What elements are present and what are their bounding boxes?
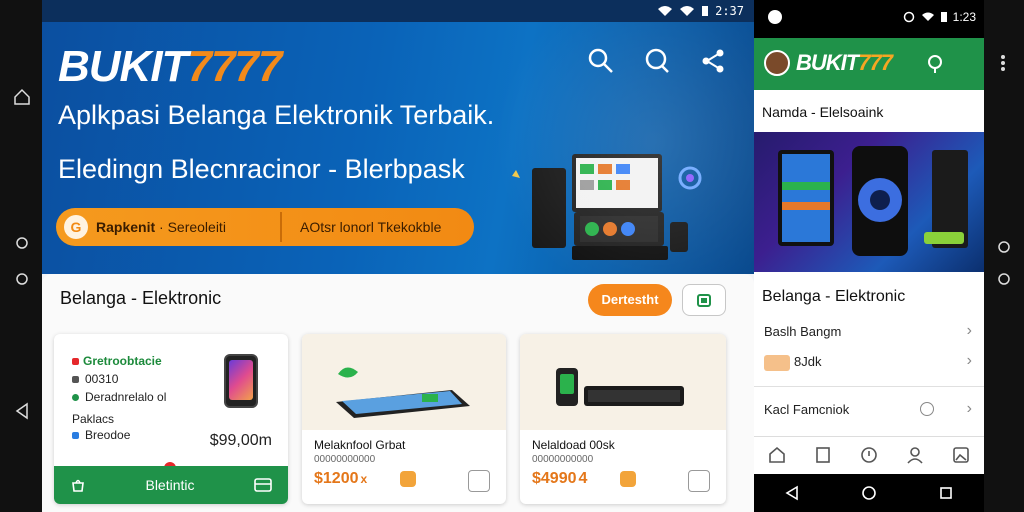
right-section-title: Belanga - Elektronic (762, 288, 906, 305)
expand-icon[interactable] (468, 470, 490, 492)
app-logo (764, 50, 790, 76)
search-alt-icon[interactable] (642, 46, 672, 76)
gallery-tab-icon[interactable] (951, 445, 971, 465)
alert-tab-icon[interactable] (859, 445, 879, 465)
product-line: Breodoe (72, 428, 130, 442)
list-item[interactable]: Baslh Bangm › (754, 318, 984, 348)
brand-number: 7777 (187, 42, 282, 91)
card-icon[interactable] (254, 478, 272, 492)
brand-logo: BUKIT7777 (58, 42, 282, 92)
product-price: $99,00m (209, 432, 272, 449)
circle-icon[interactable] (997, 272, 1011, 286)
right-banner[interactable] (754, 132, 984, 272)
wifi-icon (680, 6, 695, 16)
share-icon[interactable] (698, 46, 728, 76)
catalog-tab-icon[interactable] (813, 445, 833, 465)
product-line: 00310 (72, 372, 118, 386)
home-circle-icon[interactable] (861, 485, 877, 501)
hero-banner: BUKIT7777 Aplkpasi Belanga Elektronik Te… (42, 22, 754, 274)
divider (754, 386, 984, 387)
orange-action-button[interactable]: Dertestht (588, 284, 672, 316)
product-price: $1200 x (314, 470, 368, 487)
main-app: 2:37 BUKIT7777 Aplkpasi Belanga Elektron… (42, 0, 754, 512)
screen: 2:37 BUKIT7777 Aplkpasi Belanga Elektron… (0, 0, 1024, 512)
pill-left-text: Rapkenit · Sereoleiti (96, 219, 226, 235)
battery-icon (702, 6, 709, 16)
chevron-right-icon: › (966, 352, 972, 369)
product-line: Paklacs (72, 412, 115, 426)
battery-icon (940, 12, 947, 22)
notification-icon (768, 10, 782, 24)
content-card: Belanga - Elektronic Dertestht Gretroobt… (42, 274, 754, 512)
hero-actions (586, 46, 728, 76)
list-item[interactable]: Kacl Famcniok › (754, 396, 984, 426)
bottom-tab-bar (754, 436, 984, 472)
pill-badge-icon: G (64, 215, 88, 239)
circle-icon[interactable] (12, 236, 32, 255)
product-price: $4990 4 (532, 470, 588, 487)
radio-icon[interactable] (920, 402, 934, 416)
right-caption: Namda - Elelsoaink (762, 104, 884, 120)
more-options-icon[interactable] (1000, 54, 1006, 72)
pill-right-text: AOtsr lonorl Tkekokble (300, 219, 442, 235)
right-phone: 1:23 BUKIT777 Namda - Elelsoaink Belanga… (754, 0, 984, 512)
circle-icon[interactable] (12, 272, 32, 291)
product-name: Nelaldoad 00sk (532, 438, 615, 452)
tag-icon (764, 354, 790, 371)
product-line: Deradnrelalo ol (72, 390, 166, 404)
circle-icon[interactable] (997, 240, 1011, 254)
list-item[interactable]: 8Jdk › (754, 348, 984, 378)
home-tab-icon[interactable] (767, 445, 787, 465)
right-app-header: BUKIT777 (754, 38, 984, 90)
back-icon[interactable] (12, 402, 32, 425)
product-subtitle: 00000000000 (532, 454, 594, 465)
coin-icon (620, 471, 636, 487)
recents-icon[interactable] (939, 486, 953, 500)
product-card[interactable]: Melaknfool Grbat 00000000000 $1200 x (302, 334, 506, 504)
product-name: Melaknfool Grbat (314, 438, 406, 452)
devices-illustration (512, 154, 702, 260)
right-side-rail (984, 0, 1024, 512)
brand-text: BUKIT (58, 42, 188, 91)
location-icon[interactable] (926, 54, 944, 74)
right-brand-logo: BUKIT777 (796, 50, 893, 75)
status-bar: 2:37 (42, 0, 754, 22)
wifi-icon (921, 12, 934, 21)
coin-icon (400, 471, 416, 487)
expand-icon[interactable] (688, 470, 710, 492)
right-system-nav (754, 474, 984, 512)
product-action-bar[interactable]: Bletintic (54, 466, 288, 504)
right-status-time: 1:23 (952, 10, 976, 24)
back-icon[interactable] (785, 485, 799, 501)
pill-divider (280, 212, 282, 242)
chevron-right-icon: › (966, 322, 972, 339)
status-time: 2:37 (715, 4, 744, 18)
alarm-icon (903, 11, 914, 23)
cart-icon (697, 294, 711, 307)
hero-subtitle: Eledingn Blecnracinor - Blerbpask (58, 154, 465, 184)
product-subtitle: 00000000000 (314, 454, 376, 465)
cart-button[interactable] (682, 284, 726, 316)
search-icon[interactable] (586, 46, 616, 76)
hero-pill[interactable]: G Rapkenit · Sereoleiti AOtsr lonorl Tke… (56, 208, 474, 246)
bag-icon[interactable] (70, 477, 86, 493)
product-card[interactable]: Nelaldoad 00sk 00000000000 $4990 4 (520, 334, 726, 504)
phone-thumbnail (224, 354, 258, 408)
section-title: Belanga - Elektronic (60, 288, 222, 308)
action-bar-label: Bletintic (145, 477, 195, 493)
profile-tab-icon[interactable] (905, 445, 925, 465)
product-head: Gretroobtacie (72, 354, 162, 368)
home-icon[interactable] (12, 88, 32, 111)
left-system-rail (0, 0, 42, 512)
chevron-right-icon: › (966, 400, 972, 417)
product-image (520, 334, 726, 430)
wifi-icon (658, 6, 673, 16)
product-card[interactable]: Gretroobtacie 00310 Deradnrelalo ol Pakl… (54, 334, 288, 504)
right-status-bar: 1:23 (754, 0, 984, 38)
hero-title: Aplkpasi Belanga Elektronik Terbaik. (58, 100, 495, 130)
product-image (302, 334, 506, 430)
